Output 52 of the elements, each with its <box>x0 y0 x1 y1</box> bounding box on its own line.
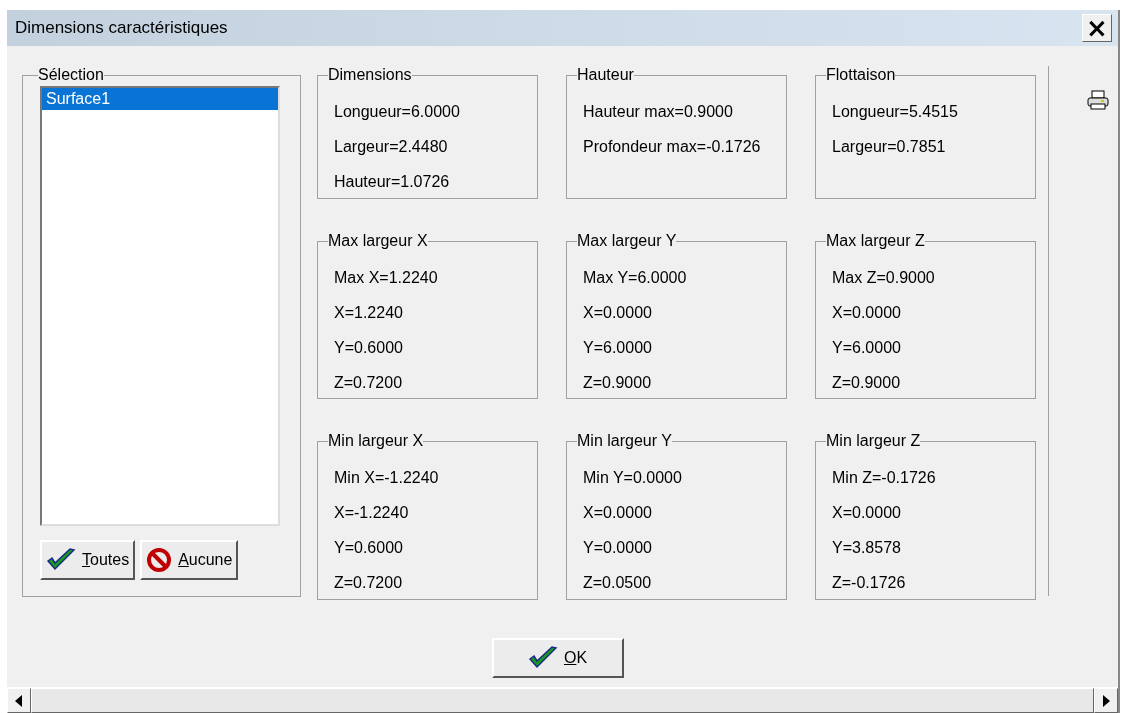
horizontal-scrollbar[interactable] <box>7 687 1118 713</box>
group-title: Flottaison <box>826 66 896 85</box>
measurement-text: Min Z=-0.1726 <box>832 469 936 487</box>
measurement-text: Z=0.7200 <box>334 574 403 592</box>
select-all-button[interactable]: Toutes <box>40 540 136 581</box>
measurement-text: Z=0.9000 <box>583 374 652 392</box>
measurement-text: Y=0.6000 <box>334 339 403 357</box>
group-title: Hauteur <box>577 66 634 85</box>
measurement-text: Max Z=0.9000 <box>832 269 935 287</box>
measurement-text: Y=3.8578 <box>832 539 901 557</box>
measurement-text: Y=0.6000 <box>334 539 403 557</box>
close-button[interactable]: × <box>1082 14 1112 43</box>
select-none-button[interactable]: Aucune <box>140 540 239 581</box>
measurement-text: Max X=1.2240 <box>334 269 438 287</box>
measurement-text: X=0.0000 <box>583 304 652 322</box>
group-title: Max largeur Z <box>826 232 925 251</box>
measurement-text: Min X=-1.2240 <box>334 469 439 487</box>
right-arrow-icon <box>1102 694 1110 707</box>
measurement-text: Z=0.7200 <box>334 374 403 392</box>
group-title: Max largeur X <box>328 232 428 251</box>
printer-icon[interactable] <box>1087 90 1109 111</box>
measurement-text: Longueur=5.4515 <box>832 103 958 121</box>
measurement-text: Largeur=0.7851 <box>832 138 946 156</box>
list-item[interactable]: Surface1 <box>42 88 278 111</box>
group-title: Sélection <box>38 66 104 85</box>
measurement-text: Z=0.0500 <box>583 574 652 592</box>
measurement-text: Hauteur=1.0726 <box>334 173 450 191</box>
group-title: Max largeur Y <box>577 232 677 251</box>
measurement-text: Max Y=6.0000 <box>583 269 687 287</box>
group-title: Min largeur X <box>328 432 424 451</box>
measurement-text: Profondeur max=-0.1726 <box>583 138 761 156</box>
group-title: Min largeur Z <box>826 432 921 451</box>
measurement-text: Y=6.0000 <box>583 339 652 357</box>
left-arrow-icon <box>15 694 23 707</box>
group-title: Min largeur Y <box>577 432 672 451</box>
ok-button[interactable]: OK <box>491 638 624 679</box>
measurement-text: Z=0.9000 <box>832 374 901 392</box>
group-title: Dimensions <box>328 66 412 85</box>
measurement-text: Longueur=6.0000 <box>334 103 460 121</box>
measurement-text: Largeur=2.4480 <box>334 138 448 156</box>
measurement-text: X=0.0000 <box>832 304 901 322</box>
measurement-text: X=-1.2240 <box>334 504 409 522</box>
measurement-text: Hauteur max=0.9000 <box>583 103 733 121</box>
prohibited-icon <box>146 547 173 574</box>
measurement-text: Y=0.0000 <box>583 539 652 557</box>
measurement-text: Y=6.0000 <box>832 339 901 357</box>
measurement-text: X=1.2240 <box>334 304 403 322</box>
measurement-text: Z=-0.1726 <box>832 574 906 592</box>
measurement-text: X=0.0000 <box>832 504 901 522</box>
window-title: Dimensions caractéristiques <box>15 18 228 39</box>
measurement-text: Min Y=0.0000 <box>583 469 682 487</box>
measurement-text: X=0.0000 <box>583 504 652 522</box>
